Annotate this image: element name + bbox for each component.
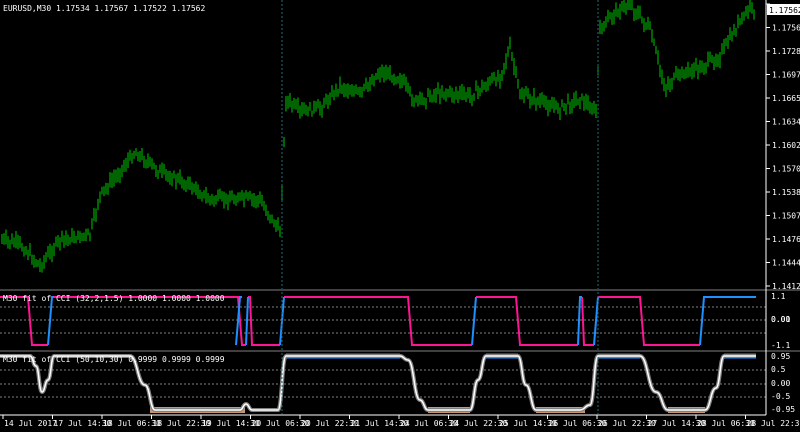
time-tick-label: 28 Jul 22:30 bbox=[747, 419, 800, 428]
price-tick-label: 1.15388 bbox=[772, 188, 800, 197]
time-tick-label: 14 Jul 2017 bbox=[4, 419, 57, 428]
trading-chart[interactable]: EURUSD,M30 1.17534 1.17567 1.17522 1.175… bbox=[0, 0, 800, 432]
cci-slow-gray-line bbox=[0, 353, 756, 412]
cci-slow-level-label: 0.5 bbox=[771, 365, 786, 374]
price-tick-label: 1.16342 bbox=[772, 118, 800, 127]
price-tick-label: 1.16023 bbox=[772, 141, 800, 150]
cci-slow-level-label: -0.5 bbox=[771, 392, 790, 401]
cci-slow-white-line bbox=[0, 355, 756, 411]
price-tick-label: 1.14447 bbox=[772, 259, 800, 268]
cci-fast-title: M30 fit of CCI (32,2,1.5) 1.0000 1.0000 … bbox=[3, 294, 225, 303]
price-tick-label: 1.15707 bbox=[772, 165, 800, 174]
cci-fast-panel[interactable]: M30 fit of CCI (32,2,1.5) 1.0000 1.0000 … bbox=[0, 292, 766, 350]
price-tick-label: 1.14127 bbox=[772, 282, 800, 291]
price-tick-label: 1.17562 bbox=[772, 24, 800, 33]
cci-fast-level-label: 1.1 bbox=[771, 292, 786, 301]
cci-fast-level-label: 0.01 bbox=[771, 315, 790, 324]
price-tick-label: 1.15072 bbox=[772, 212, 800, 221]
cci-fast-level-label: -1.1 bbox=[771, 341, 790, 350]
price-tick-label: 1.14762 bbox=[772, 235, 800, 244]
main-panel-title: EURUSD,M30 1.17534 1.17567 1.17522 1.175… bbox=[3, 4, 205, 13]
current-price-label: 1.17562 bbox=[769, 6, 800, 15]
price-tick-label: 1.16657 bbox=[772, 94, 800, 103]
price-tick-label: 1.17287 bbox=[772, 47, 800, 56]
price-tick-label: 1.16979 bbox=[772, 71, 800, 80]
cci-slow-level-label: 0.00 bbox=[771, 379, 790, 388]
cci-slow-title: M30 fit of CCI (50,10,30) 0.9999 0.9999 … bbox=[3, 355, 225, 364]
cci-fast-blue-line bbox=[47, 296, 756, 346]
main-panel-bg bbox=[0, 0, 766, 289]
main-price-panel[interactable]: EURUSD,M30 1.17534 1.17567 1.17522 1.175… bbox=[0, 0, 766, 289]
cci-slow-level-label: -0.95 bbox=[771, 405, 795, 414]
cci-slow-level-label: 0.95 bbox=[771, 352, 790, 361]
cci-slow-panel[interactable]: M30 fit of CCI (50,10,30) 0.9999 0.9999 … bbox=[0, 353, 766, 414]
time-axis[interactable]: 14 Jul 201717 Jul 14:3018 Jul 06:3018 Ju… bbox=[0, 414, 800, 428]
price-axis[interactable]: 1.17562 1.17287 1.16979 1.16657 1.16342 1.160… bbox=[765, 0, 800, 415]
